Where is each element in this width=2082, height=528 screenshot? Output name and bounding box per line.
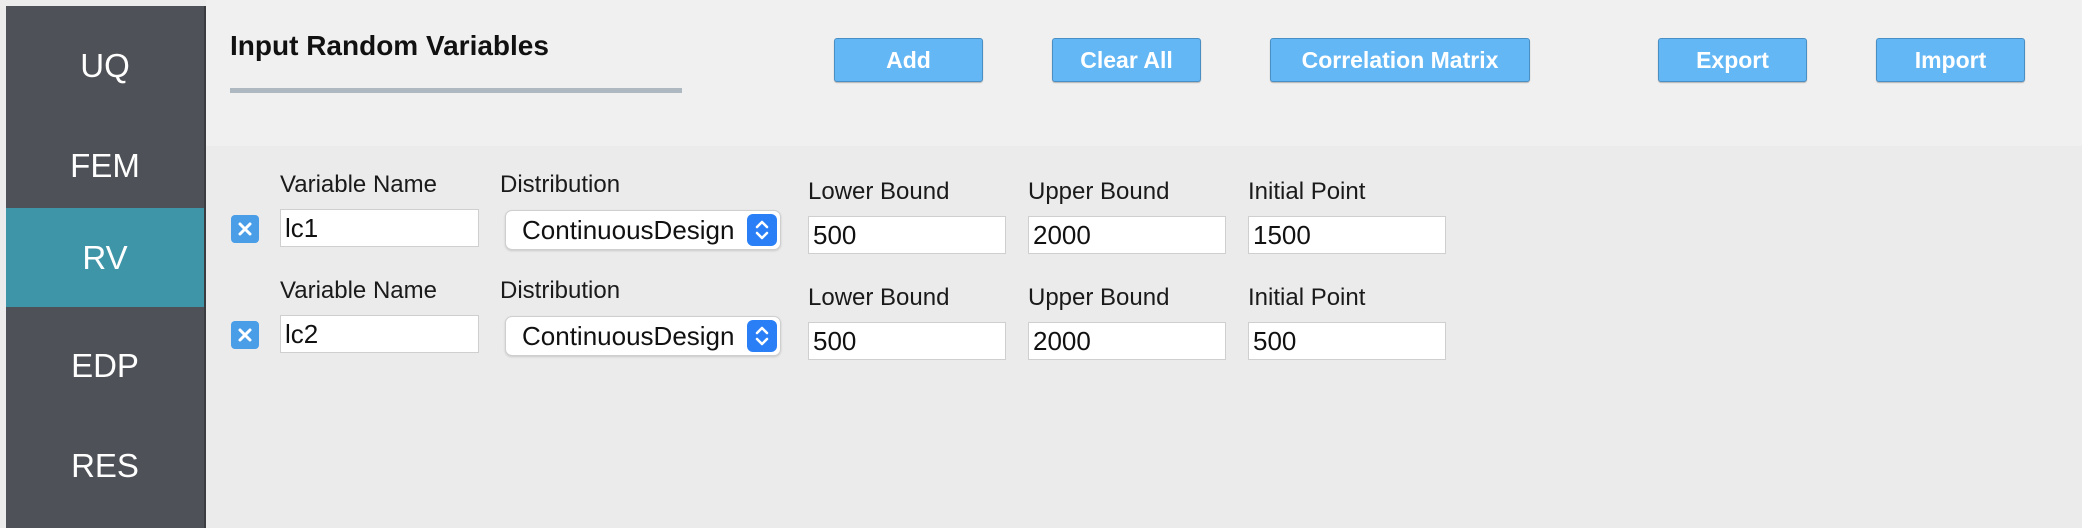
distribution-label: Distribution: [500, 171, 621, 198]
chevron-up-down-icon: [747, 320, 777, 352]
distribution-value: ContinuousDesign: [522, 214, 735, 245]
upper-bound-label: Upper Bound: [1028, 178, 1170, 205]
sidebar-item-label: RV: [82, 238, 128, 276]
import-button[interactable]: Import: [1876, 38, 2025, 82]
lower-bound-label: Lower Bound: [808, 178, 950, 205]
sidebar-item-label: RES: [71, 446, 139, 484]
sidebar: UQ FEM RV EDP RES: [6, 6, 206, 528]
distribution-label: Distribution: [500, 277, 621, 304]
sidebar-item-res[interactable]: RES: [6, 416, 204, 515]
correlation-matrix-button[interactable]: Correlation Matrix: [1270, 38, 1530, 82]
close-x-icon: [238, 328, 252, 342]
remove-checkbox[interactable]: [231, 215, 259, 243]
distribution-select[interactable]: ContinuousDesign: [505, 316, 781, 356]
variable-name-input[interactable]: lc1: [280, 209, 479, 247]
variable-name-label: Variable Name: [280, 171, 437, 198]
clear-all-button[interactable]: Clear All: [1052, 38, 1201, 82]
sidebar-item-edp[interactable]: EDP: [6, 316, 204, 415]
sidebar-item-label: FEM: [70, 146, 140, 184]
sidebar-item-label: EDP: [71, 346, 139, 384]
close-x-icon: [238, 222, 252, 236]
remove-checkbox[interactable]: [231, 321, 259, 349]
lower-bound-input[interactable]: 500: [808, 216, 1006, 254]
page-title: Input Random Variables: [230, 30, 549, 61]
initial-point-input[interactable]: 500: [1248, 322, 1446, 360]
add-button[interactable]: Add: [834, 38, 983, 82]
upper-bound-label: Upper Bound: [1028, 284, 1170, 311]
initial-point-label: Initial Point: [1248, 284, 1366, 311]
distribution-value: ContinuousDesign: [522, 320, 735, 351]
title-underline: [230, 88, 682, 93]
chevron-up-down-icon: [747, 214, 777, 246]
lower-bound-label: Lower Bound: [808, 284, 950, 311]
upper-bound-input[interactable]: 2000: [1028, 322, 1226, 360]
sidebar-item-label: UQ: [80, 46, 130, 84]
variable-name-input[interactable]: lc2: [280, 315, 479, 353]
upper-bound-input[interactable]: 2000: [1028, 216, 1226, 254]
initial-point-input[interactable]: 1500: [1248, 216, 1446, 254]
sidebar-item-uq[interactable]: UQ: [6, 16, 204, 115]
initial-point-label: Initial Point: [1248, 178, 1366, 205]
distribution-select[interactable]: ContinuousDesign: [505, 210, 781, 250]
export-button[interactable]: Export: [1658, 38, 1807, 82]
variable-name-label: Variable Name: [280, 277, 437, 304]
lower-bound-input[interactable]: 500: [808, 322, 1006, 360]
sidebar-item-fem[interactable]: FEM: [6, 116, 204, 215]
sidebar-item-rv[interactable]: RV: [6, 208, 204, 307]
